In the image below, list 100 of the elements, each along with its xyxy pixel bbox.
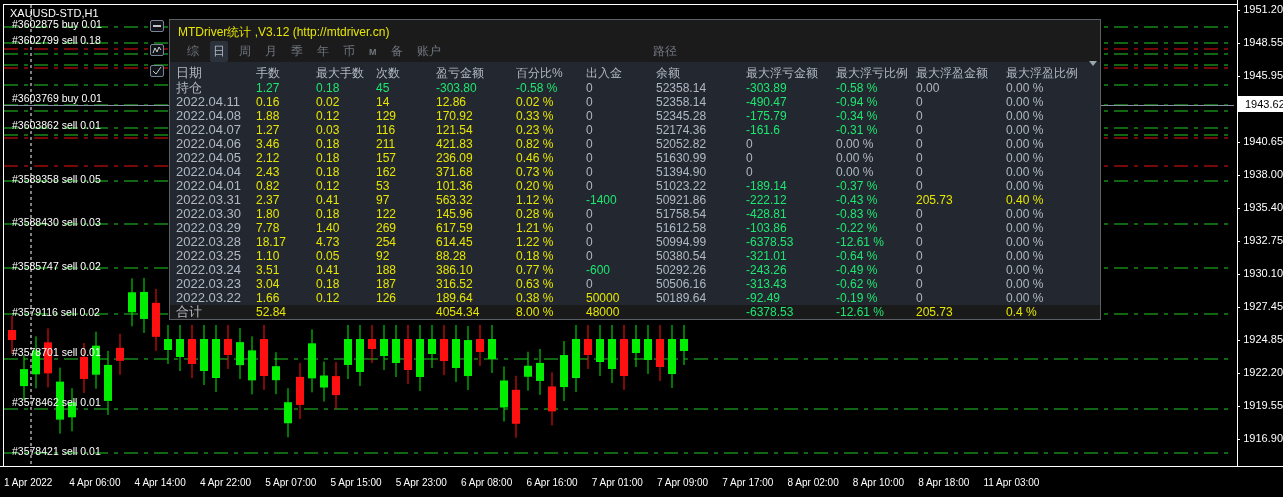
table-cell: 0.46 %: [516, 151, 554, 165]
candle: [428, 324, 436, 369]
table-cell: 52174.36: [656, 123, 707, 137]
period-tab[interactable]: 周: [236, 41, 254, 62]
candle: [632, 324, 640, 368]
table-cell: 0.12: [316, 179, 340, 193]
table-cell: 3.51: [256, 263, 280, 277]
candle: [188, 324, 196, 379]
table-cell: 0.63 %: [516, 277, 554, 291]
price-label: 1924.85: [1243, 333, 1283, 345]
table-cell: 0.00 %: [1006, 123, 1044, 137]
table-cell: 50292.26: [656, 263, 707, 277]
check-button[interactable]: [150, 65, 164, 77]
period-tab[interactable]: 备: [387, 41, 406, 62]
table-cell: 0: [916, 207, 923, 221]
time-label: 7 Apr 01:00: [591, 477, 644, 490]
table-cell: 51612.58: [656, 221, 707, 235]
period-tab[interactable]: 币: [340, 41, 358, 62]
column-header: 最大浮亏金额: [746, 65, 818, 81]
candle: [116, 333, 124, 376]
table-cell: 52358.14: [656, 95, 707, 109]
price-label: 1922.20: [1243, 366, 1283, 378]
period-tab[interactable]: M: [366, 44, 380, 59]
table-cell: 45: [376, 81, 390, 95]
candle: [344, 324, 352, 380]
price-label: 1927.45: [1243, 300, 1283, 312]
table-cell: -103.86: [746, 221, 787, 235]
candle: [572, 324, 580, 393]
table-cell: -0.83 %: [836, 207, 878, 221]
candle: [608, 324, 616, 384]
table-cell: 122: [376, 207, 397, 221]
column-header: 最大手数: [316, 65, 364, 81]
table-cell: 116: [376, 123, 396, 137]
table-cell: -303.80: [436, 81, 477, 95]
period-tab[interactable]: 日: [210, 41, 228, 62]
time-label: 5 Apr 23:00: [395, 477, 448, 490]
price-label: 1948.55: [1243, 36, 1283, 48]
price-label: 1951.20: [1243, 3, 1283, 15]
table-cell: 92: [376, 249, 390, 263]
candle: [104, 350, 112, 416]
table-cell: -6378.53: [746, 235, 794, 249]
candle: [272, 351, 280, 395]
chart-button[interactable]: [150, 44, 164, 56]
period-tab[interactable]: 年: [314, 41, 332, 62]
candle: [464, 325, 472, 391]
table-cell: 52.84: [256, 305, 287, 319]
period-tab[interactable]: 账户: [413, 41, 444, 62]
table-cell: 2022.04.06: [176, 137, 242, 151]
table-cell: 1.66: [256, 291, 280, 305]
order-label: #3603769 buy 0.01: [12, 92, 102, 104]
minimize-icon: [152, 22, 162, 30]
time-label: 4 Apr 14:00: [134, 477, 187, 490]
candle: [308, 328, 316, 393]
price-label: 1938.00: [1243, 168, 1283, 180]
table-cell: 2022.04.08: [176, 109, 242, 123]
path-tab[interactable]: 路径: [649, 41, 680, 62]
time-label: 8 Apr 18:00: [918, 477, 971, 490]
minimize-button[interactable]: [150, 20, 164, 32]
period-tab[interactable]: 月: [262, 41, 280, 62]
table-cell: 126: [376, 291, 397, 305]
table-cell: -0.58 %: [836, 81, 878, 95]
table-cell: 8.00 %: [516, 305, 554, 319]
table-cell: 0: [586, 249, 593, 263]
candle: [596, 324, 604, 377]
table-cell: 0: [586, 81, 593, 95]
column-header: 余额: [656, 65, 680, 81]
period-tab[interactable]: 综: [184, 41, 202, 62]
price-label: 1919.55: [1243, 399, 1283, 411]
table-cell: 0: [916, 165, 923, 179]
order-label: #3588430 sell 0.03: [12, 216, 101, 228]
period-tab[interactable]: 季: [288, 41, 306, 62]
column-header: 最大浮盈比例: [1006, 65, 1078, 81]
table-cell: 2022.03.29: [176, 221, 242, 235]
chart-icon: [152, 46, 162, 54]
table-cell: -222.12: [746, 193, 787, 207]
table-cell: 2022.03.28: [176, 235, 242, 249]
table-cell: -12.61 %: [836, 305, 885, 319]
table-cell: 0.00 %: [1006, 263, 1044, 277]
candle: [512, 375, 520, 439]
table-cell: 14: [376, 95, 390, 109]
table-cell: 254: [376, 235, 397, 249]
candle: [332, 361, 340, 410]
table-cell: 0: [586, 179, 593, 193]
table-cell: 0.05: [316, 249, 340, 263]
table-cell: 0: [916, 221, 923, 235]
table-cell: 0.18: [316, 165, 340, 179]
table-cell: 187: [376, 277, 397, 291]
order-label: #3603862 sell 0.01: [12, 119, 101, 131]
candle: [140, 277, 148, 334]
table-cell: 211: [376, 137, 396, 151]
table-cell: 51758.54: [656, 207, 707, 221]
table-cell: 0.73 %: [516, 165, 554, 179]
table-cell: 97: [376, 193, 390, 207]
panel-title: MTDriver统计 ,V3.12 (http://mtdriver.cn): [177, 24, 391, 38]
candle: [548, 371, 556, 426]
caret-icon[interactable]: [1089, 61, 1097, 66]
table-cell: -0.49 %: [836, 263, 878, 277]
table-cell: 50506.16: [656, 277, 707, 291]
table-cell: -0.62 %: [836, 277, 878, 291]
column-header: 百分比%: [516, 65, 563, 81]
